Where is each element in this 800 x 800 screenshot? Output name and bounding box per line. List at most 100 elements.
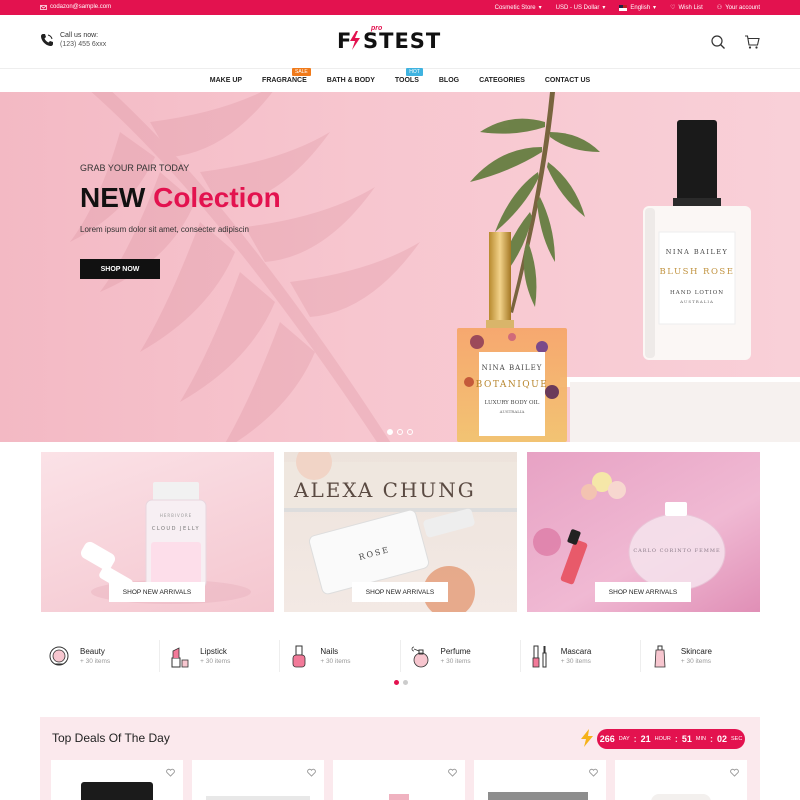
banner-1-brand: HERBIVORE	[160, 513, 192, 518]
countdown-hours: 21	[640, 734, 651, 744]
us-flag-icon	[619, 4, 628, 11]
product-image-palette	[206, 796, 310, 800]
store-selector[interactable]: Cosmetic Store ▾	[495, 4, 542, 12]
site-header: Call us now: (123) 455 6xxx F STEST pro	[0, 15, 800, 68]
currency-selector[interactable]: USD - US Dollar ▾	[556, 4, 606, 12]
banner-cloud-jelly[interactable]: HERBIVORE CLOUD JELLY SHOP NEW ARRIVALS	[41, 452, 274, 612]
lipstick-icon	[171, 647, 189, 668]
nav-item-fragrance[interactable]: FRAGRANCE sale	[252, 68, 317, 92]
chevron-down-icon: ▾	[538, 5, 542, 11]
botanique-oil-bottle: NINA BAILEY BOTANIQUE LUXURY BODY OIL AU…	[457, 232, 567, 442]
category-beauty[interactable]: Beauty + 30 items	[40, 640, 161, 672]
banner-2-book-title: ALEXA CHUNG	[293, 478, 476, 502]
category-name: Lipstick	[200, 647, 227, 656]
hero-kicker: GRAB YOUR PAIR TODAY	[80, 163, 190, 173]
category-perfume[interactable]: Perfume + 30 items	[401, 640, 521, 672]
blush-rose-lotion-bottle: NINA BAILEY BLUSH ROSE HAND LOTION AUSTR…	[643, 120, 751, 360]
nav-item-contact-us[interactable]: CONTACT US	[535, 69, 600, 92]
hero-pagination	[387, 429, 413, 435]
countdown-days-unit: DAY	[618, 736, 630, 742]
top-bar: codazon@sample.com Cosmetic Store ▾ USD -…	[0, 0, 800, 15]
deals-title: Top Deals Of The Day	[52, 731, 170, 745]
slider-dot[interactable]	[387, 429, 393, 435]
bottle-right-desc: HAND LOTION	[670, 290, 724, 296]
wishlist-link[interactable]: ♡ Wish List	[670, 4, 703, 12]
deal-product-card[interactable]	[51, 760, 183, 800]
hero-title-main: NEW	[80, 182, 146, 213]
bottle-right-origin: AUSTRALIA	[679, 299, 714, 304]
bottle-right-name: BLUSH ROSE	[660, 267, 735, 277]
nav-item-blog[interactable]: BLOG	[429, 69, 469, 92]
shop-now-button[interactable]: SHOP NOW	[80, 259, 160, 279]
mascara-icon	[532, 645, 547, 668]
skincare-tube-icon	[654, 645, 666, 668]
category-nails[interactable]: Nails + 30 items	[280, 640, 401, 672]
nav-item-label: BATH & BODY	[326, 77, 375, 84]
email-link[interactable]: codazon@sample.com	[40, 4, 111, 10]
phone-number[interactable]: (123) 455 6xxx	[60, 41, 106, 48]
deal-product-card[interactable]	[192, 760, 324, 800]
category-count: + 30 items	[440, 658, 471, 665]
countdown-mins-unit: MIN	[695, 736, 706, 742]
pagination-dot[interactable]	[403, 680, 408, 685]
heart-icon[interactable]	[730, 768, 739, 777]
site-logo[interactable]: F STEST pro	[337, 25, 463, 53]
perfume-icon	[411, 646, 428, 668]
nav-item-categories[interactable]: CATEGORIES	[469, 69, 535, 92]
language-selector[interactable]: English ▾	[619, 4, 656, 11]
bottle-left-origin: AUSTRALIA	[499, 409, 525, 414]
nav-item-label: TOOLS	[394, 77, 419, 84]
category-name: Beauty	[80, 647, 105, 656]
product-image-cream	[651, 794, 711, 800]
email-text: codazon@sample.com	[50, 4, 112, 10]
heart-icon[interactable]	[307, 768, 316, 777]
deal-product-card[interactable]	[474, 760, 606, 800]
category-mascara[interactable]: Mascara + 30 items	[521, 640, 641, 672]
banner-1-product: CLOUD JELLY	[152, 526, 200, 532]
display-plinth	[570, 382, 800, 442]
hero-subtitle: Lorem ipsum dolor sit amet, consecter ad…	[80, 225, 249, 234]
countdown-days: 266	[599, 734, 615, 744]
nav-item-tools[interactable]: TOOLS hot	[385, 68, 429, 92]
category-strip: Beauty + 30 items Lipstick + 30 items Nail…	[40, 640, 760, 672]
banner-rose-hibiscus[interactable]: ALEXA CHUNG ROSE SHOP NEW ARRIVALS	[284, 452, 517, 612]
banner-3-product: CARLO CORINTO FEMME	[633, 548, 720, 554]
shop-new-arrivals-button[interactable]: SHOP NEW ARRIVALS	[352, 582, 448, 602]
mail-icon	[40, 4, 47, 10]
countdown-secs: 02	[716, 734, 727, 744]
nav-item-bath-body[interactable]: BATH & BODY	[317, 69, 385, 92]
pagination-dot[interactable]	[394, 680, 399, 685]
cart-icon[interactable]	[744, 34, 760, 50]
user-icon: ⚇	[716, 5, 723, 11]
phone-icon	[41, 34, 53, 46]
category-skincare[interactable]: Skincare + 30 items	[641, 640, 760, 672]
bottle-left-name: BOTANIQUE	[476, 380, 549, 390]
category-pagination	[394, 680, 408, 685]
nav-item-label: MAKE UP	[209, 77, 243, 84]
deal-product-card[interactable]	[615, 760, 747, 800]
category-count: + 30 items	[200, 658, 231, 665]
nav-item-make-up[interactable]: MAKE UP	[200, 69, 252, 92]
banner-carlo-corinto[interactable]: CARLO CORINTO FEMME SHOP NEW ARRIVALS	[527, 452, 760, 612]
deal-product-card[interactable]	[333, 760, 465, 800]
account-label: Your account	[725, 4, 760, 11]
slider-dot[interactable]	[407, 429, 413, 435]
svg-text:F: F	[337, 29, 351, 53]
slider-dot[interactable]	[397, 429, 403, 435]
nail-polish-icon	[292, 645, 306, 668]
heart-icon[interactable]	[166, 768, 175, 777]
shop-new-arrivals-button[interactable]: SHOP NEW ARRIVALS	[109, 582, 205, 602]
nav-item-label: FRAGRANCE	[262, 77, 307, 84]
search-icon[interactable]	[710, 34, 726, 50]
heart-icon[interactable]	[448, 768, 457, 777]
category-count: + 30 items	[560, 658, 591, 665]
chevron-down-icon: ▾	[602, 5, 606, 11]
call-label: Call us now:	[60, 32, 99, 39]
nav-badge-hot: hot	[406, 68, 423, 76]
heart-icon[interactable]	[589, 768, 598, 777]
nav-badge-sale: sale	[291, 68, 311, 76]
shop-new-arrivals-button[interactable]: SHOP NEW ARRIVALS	[595, 582, 691, 602]
category-count: + 30 items	[680, 658, 712, 665]
account-link[interactable]: ⚇ Your account	[716, 4, 760, 12]
category-lipstick[interactable]: Lipstick + 30 items	[160, 640, 281, 672]
